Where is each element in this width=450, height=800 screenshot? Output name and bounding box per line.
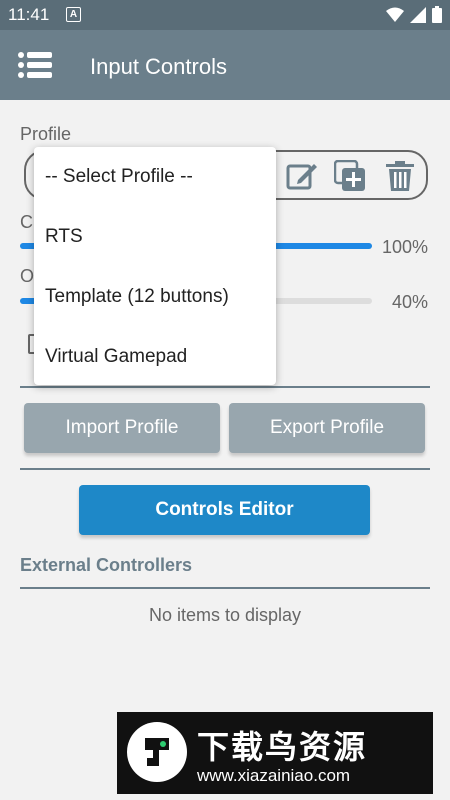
- import-profile-button[interactable]: Import Profile: [24, 403, 220, 453]
- dropdown-option-rts[interactable]: RTS: [34, 207, 276, 267]
- profile-dropdown-menu: -- Select Profile -- RTS Template (12 bu…: [34, 147, 276, 385]
- status-bar: 11:41 A: [0, 0, 450, 30]
- empty-list-message: No items to display: [148, 605, 302, 625]
- status-icons: [386, 6, 442, 23]
- watermark-banner: 下载鸟资源 www.xiazainiao.com: [117, 712, 433, 794]
- slider-2-value: 40%: [392, 292, 429, 312]
- divider-2: [20, 468, 430, 470]
- bird-logo-icon: [127, 722, 187, 782]
- section-title-external-controllers: External Controllers: [20, 555, 193, 575]
- watermark-url: www.xiazainiao.com: [197, 766, 351, 785]
- dropdown-option-template[interactable]: Template (12 buttons): [34, 267, 276, 327]
- dropdown-option-virtual-gamepad[interactable]: Virtual Gamepad: [34, 327, 276, 387]
- app-bar: Input Controls: [0, 30, 450, 100]
- signal-icon: [410, 6, 426, 23]
- dropdown-option-select-profile[interactable]: -- Select Profile --: [34, 147, 276, 207]
- duplicate-icon[interactable]: [334, 160, 366, 192]
- slider-1-label: C: [20, 212, 33, 232]
- export-profile-button[interactable]: Export Profile: [229, 403, 425, 453]
- edit-icon[interactable]: [286, 160, 318, 192]
- profile-label: Profile: [20, 124, 72, 144]
- battery-icon: [432, 6, 442, 23]
- trash-icon[interactable]: [384, 160, 416, 192]
- divider-3: [20, 587, 430, 589]
- slider-2-label: O: [20, 266, 35, 286]
- wifi-icon: [386, 7, 404, 22]
- status-time: 11:41: [8, 5, 50, 24]
- notification-icon: A: [66, 7, 81, 22]
- controls-editor-button[interactable]: Controls Editor: [79, 485, 370, 535]
- watermark-brand: 下载鸟资源: [197, 729, 368, 765]
- slider-1-value: 100%: [382, 237, 429, 257]
- page-title: Input Controls: [90, 54, 227, 79]
- menu-list-icon[interactable]: [18, 52, 52, 78]
